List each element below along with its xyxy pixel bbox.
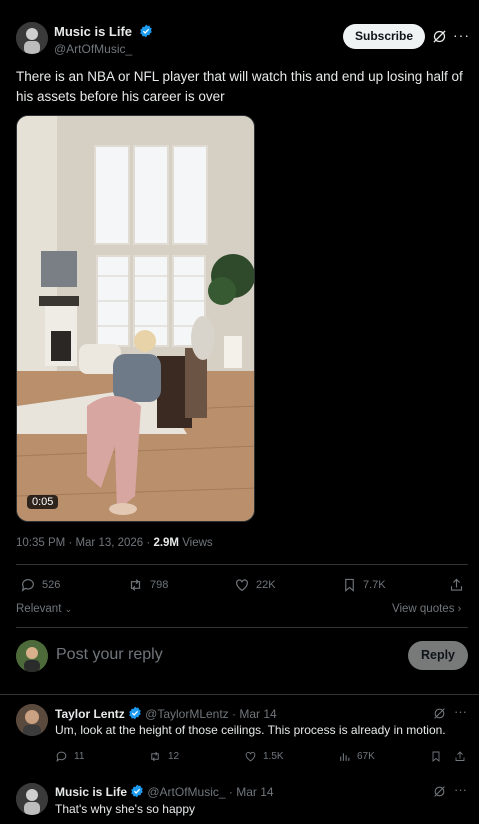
divider xyxy=(0,694,479,695)
reply-input[interactable]: Post your reply xyxy=(56,646,386,664)
sort-relevant[interactable]: Relevant ⌄ xyxy=(16,603,72,615)
avatar-portrait-icon xyxy=(16,22,48,54)
analytics-icon xyxy=(340,753,350,761)
video-duration-badge: 0:05 xyxy=(27,495,59,509)
reply-date[interactable]: · Mar 14 xyxy=(232,707,277,721)
video-frame-image xyxy=(17,116,254,521)
reply-like-action[interactable]: 1.5K xyxy=(244,750,284,763)
reply-date[interactable]: · Mar 14 xyxy=(229,785,274,799)
reply-avatar[interactable] xyxy=(16,783,48,815)
verified-badge-icon xyxy=(140,24,153,38)
more-options-icon[interactable]: ··· xyxy=(454,704,467,719)
author-name[interactable]: Music is Life xyxy=(54,24,132,39)
avatar-portrait-icon xyxy=(16,640,48,672)
divider xyxy=(16,627,468,628)
my-avatar[interactable] xyxy=(16,640,48,672)
reply-icon xyxy=(56,751,67,762)
post-timestamp[interactable]: 10:35 PM · Mar 13, 2026 · xyxy=(16,537,153,549)
repost-action[interactable]: 798 xyxy=(127,577,168,593)
more-options-icon[interactable]: ··· xyxy=(453,27,470,43)
grok-icon[interactable] xyxy=(433,707,446,720)
like-count: 22K xyxy=(256,579,276,591)
reply-button[interactable]: Reply xyxy=(408,641,468,670)
post-meta: 10:35 PM · Mar 13, 2026 · 2.9M Views xyxy=(16,537,213,549)
chevron-right-icon: › xyxy=(457,603,462,615)
reply-text: Um, look at the height of those ceilings… xyxy=(55,723,446,737)
verified-badge-icon xyxy=(131,784,143,798)
reply-header: Taylor Lentz @TaylorMLentz · Mar 14 xyxy=(55,706,277,721)
views-count: 2.9M xyxy=(153,537,180,549)
heart-icon xyxy=(245,751,256,762)
reply-header: Music is Life @ArtOfMusic_ · Mar 14 xyxy=(55,784,274,799)
reply-like-count: 1.5K xyxy=(263,751,284,762)
author-avatar[interactable] xyxy=(16,22,48,54)
reply-author-name[interactable]: Music is Life xyxy=(55,785,127,799)
author-handle[interactable]: @ArtOfMusic_ xyxy=(54,42,153,56)
reply-author-handle[interactable]: @ArtOfMusic_ xyxy=(147,785,225,799)
reply-icon xyxy=(21,579,34,592)
avatar-portrait-icon xyxy=(16,704,48,736)
reply-repost-action[interactable]: 12 xyxy=(148,750,179,763)
reply-action[interactable]: 526 xyxy=(20,577,60,593)
bookmark-icon xyxy=(345,578,354,592)
bookmark-count: 7.7K xyxy=(363,579,386,591)
view-quotes-label: View quotes xyxy=(392,603,455,615)
reply-views-action[interactable]: 67K xyxy=(338,750,375,763)
like-action[interactable]: 22K xyxy=(234,577,276,593)
reply-text: That's why she's so happy xyxy=(55,802,195,816)
post-text: There is an NBA or NFL player that will … xyxy=(16,69,463,104)
share-icon[interactable] xyxy=(449,577,464,593)
more-options-icon[interactable]: ··· xyxy=(454,782,467,797)
bookmark-icon[interactable] xyxy=(430,750,442,763)
divider xyxy=(16,564,468,565)
repost-icon xyxy=(130,579,141,591)
reply-reply-count: 11 xyxy=(74,751,85,762)
grok-icon[interactable] xyxy=(432,29,447,44)
reply-author-name[interactable]: Taylor Lentz xyxy=(55,707,125,721)
reply-count: 526 xyxy=(42,579,61,591)
subscribe-button[interactable]: Subscribe xyxy=(343,24,425,49)
heart-icon xyxy=(236,579,248,592)
sort-relevant-label: Relevant xyxy=(16,603,62,615)
reply-reply-action[interactable]: 11 xyxy=(55,750,84,763)
post-video[interactable]: 0:05 xyxy=(16,115,255,522)
repost-icon xyxy=(151,751,159,762)
author-block: Music is Life @ArtOfMusic_ xyxy=(54,23,153,56)
views-label: Views xyxy=(179,537,213,549)
verified-badge-icon xyxy=(129,706,141,720)
reply-avatar[interactable] xyxy=(16,704,48,736)
avatar-portrait-icon xyxy=(16,783,48,815)
chevron-down-icon: ⌄ xyxy=(64,604,73,614)
bookmark-action[interactable]: 7.7K xyxy=(342,577,386,593)
grok-icon[interactable] xyxy=(433,785,446,798)
reply-repost-count: 12 xyxy=(168,751,180,762)
view-quotes-link[interactable]: View quotes › xyxy=(392,603,461,615)
reply-author-handle[interactable]: @TaylorMLentz xyxy=(145,707,229,721)
reply-views-count: 67K xyxy=(357,751,375,762)
repost-count: 798 xyxy=(150,579,169,591)
share-icon[interactable] xyxy=(454,750,466,763)
